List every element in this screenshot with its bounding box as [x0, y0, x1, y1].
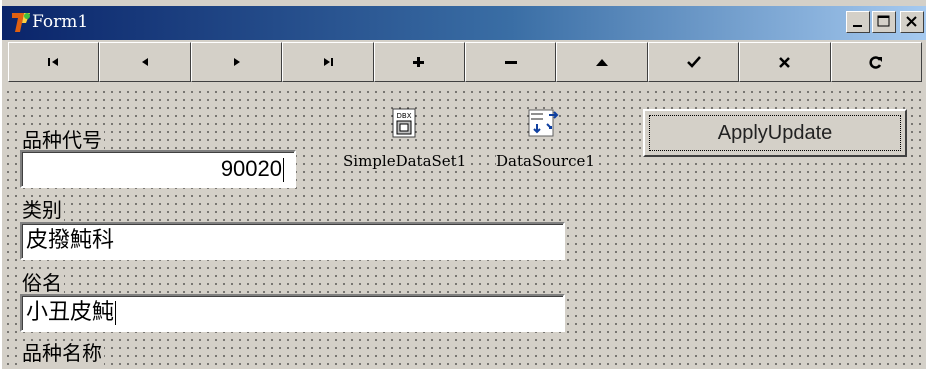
maximize-button[interactable] — [872, 11, 896, 33]
form-design-surface: 品种代号 90020 DBX SimpleDataSet1 DataSource… — [2, 86, 926, 369]
title-bar[interactable]: Form1 — [2, 6, 926, 40]
refresh-icon — [869, 56, 883, 69]
code-input[interactable]: 90020 — [20, 150, 296, 188]
text-caret — [115, 301, 117, 325]
prior-icon — [142, 58, 149, 66]
close-icon — [906, 16, 917, 27]
maximize-icon — [877, 15, 890, 27]
edit-record-button[interactable] — [556, 42, 648, 82]
window-title: Form1 — [32, 12, 89, 32]
plus-icon — [413, 57, 425, 67]
simple-dataset-label: SimpleDataSet1 — [343, 152, 467, 170]
category-label: 类别 — [20, 198, 64, 222]
dataset-icon-text: DBX — [397, 112, 412, 120]
apply-update-label: ApplyUpdate — [717, 121, 833, 144]
first-icon — [47, 58, 58, 66]
apply-update-button[interactable]: ApplyUpdate — [643, 109, 907, 157]
up-icon — [596, 59, 609, 66]
next-icon — [233, 58, 240, 66]
prior-record-button[interactable] — [99, 42, 191, 82]
simple-dataset-icon[interactable]: DBX — [387, 106, 423, 142]
refresh-button[interactable] — [830, 42, 923, 82]
last-record-button[interactable] — [282, 42, 374, 82]
insert-record-button[interactable] — [373, 42, 466, 82]
last-icon — [323, 58, 333, 66]
text-caret — [283, 158, 284, 183]
x-icon — [779, 57, 790, 68]
close-button[interactable] — [900, 11, 924, 33]
post-record-button[interactable] — [647, 42, 740, 82]
minimize-button[interactable] — [846, 11, 870, 33]
minus-icon — [504, 61, 517, 64]
next-record-button[interactable] — [190, 42, 283, 82]
species-name-label: 品种名称 — [20, 341, 104, 365]
minimize-icon — [853, 25, 862, 27]
datasource-icon[interactable] — [525, 106, 561, 142]
category-input[interactable]: 皮撥魨科 — [20, 222, 565, 260]
common-name-label: 俗名 — [20, 271, 64, 295]
common-name-value: 小丑皮魨 — [26, 300, 115, 325]
db-navigator — [8, 42, 923, 82]
form-window: Form1 品种代号 90020 DBX SimpleDataSet1 Data… — [0, 0, 926, 369]
delphi-app-icon[interactable] — [10, 10, 32, 34]
category-value: 皮撥魨科 — [26, 228, 115, 253]
datasource-label: DataSource1 — [496, 152, 595, 170]
delete-record-button[interactable] — [465, 42, 557, 82]
code-value: 90020 — [220, 156, 282, 181]
cancel-edit-button[interactable] — [739, 42, 831, 82]
common-name-input[interactable]: 小丑皮魨 — [20, 294, 565, 332]
check-icon — [686, 56, 701, 68]
first-record-button[interactable] — [8, 42, 100, 82]
code-label: 品种代号 — [20, 128, 104, 152]
